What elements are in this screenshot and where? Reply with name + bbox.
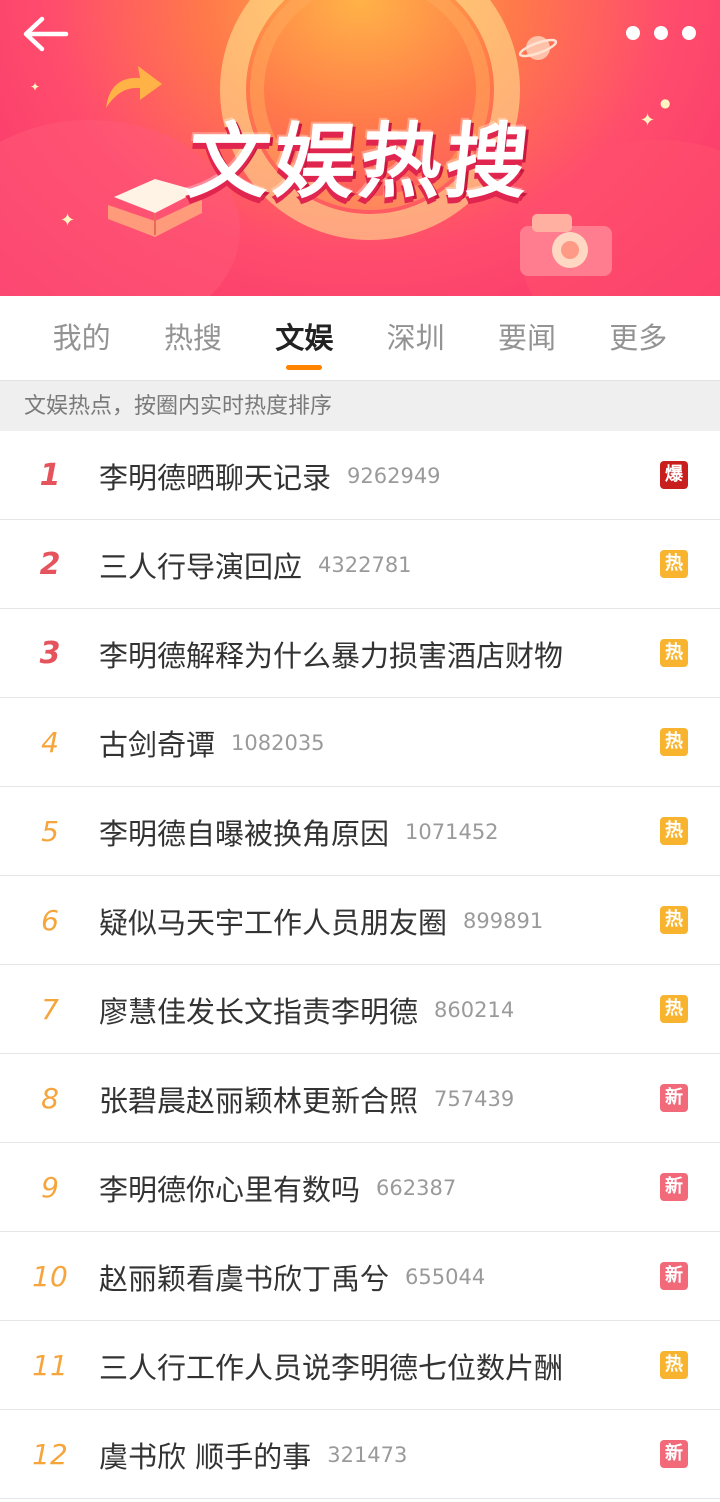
list-item[interactable]: 11 三人行工作人员说李明德七位数片酬 热 (0, 1321, 720, 1410)
topic-title[interactable]: 三人行导演回应 (99, 544, 302, 586)
heat-count: 321473 (327, 1442, 408, 1467)
more-options-icon[interactable] (626, 24, 696, 42)
status-badge: 新 (660, 1084, 688, 1112)
list-item[interactable]: 7 廖慧佳发长文指责李明德 860214 热 (0, 965, 720, 1054)
topic-title[interactable]: 李明德自曝被换角原因 (99, 811, 389, 853)
heat-count: 860214 (434, 997, 515, 1022)
topic-row: 古剑奇谭 1082035 (99, 698, 325, 787)
list-item[interactable]: 10 赵丽颖看虞书欣丁禹兮 655044 新 (0, 1232, 720, 1321)
topic-title[interactable]: 疑似马天宇工作人员朋友圈 (99, 900, 447, 942)
more-dot (626, 26, 640, 40)
topic-title[interactable]: 虞书欣 顺手的事 (99, 1434, 311, 1476)
list-item[interactable]: 1 李明德晒聊天记录 9262949 爆 (0, 431, 720, 520)
status-badge: 热 (660, 1351, 688, 1379)
topic-row: 赵丽颖看虞书欣丁禹兮 655044 (99, 1232, 485, 1321)
status-badge: 热 (660, 906, 688, 934)
heat-count: 655044 (405, 1264, 486, 1289)
tab-mine[interactable]: 我的 (49, 296, 115, 380)
rank-number: 8 (41, 1082, 59, 1115)
list-item[interactable]: 8 张碧晨赵丽颖林更新合照 757439 新 (0, 1054, 720, 1143)
sparkle-icon: ✦ (30, 80, 41, 94)
rank-number: 7 (41, 993, 59, 1026)
heat-count: 1071452 (405, 819, 499, 844)
category-tabs: 我的 热搜 文娱 深圳 要闻 更多 (0, 296, 720, 380)
arrow-decoration-icon (106, 66, 162, 108)
rank-number: 9 (41, 1171, 59, 1204)
list-item[interactable]: 2 三人行导演回应 4322781 热 (0, 520, 720, 609)
topic-row: 李明德你心里有数吗 662387 (99, 1143, 456, 1232)
list-item[interactable]: 9 李明德你心里有数吗 662387 新 (0, 1143, 720, 1232)
topic-row: 三人行工作人员说李明德七位数片酬 (99, 1321, 563, 1410)
heat-count: 899891 (463, 908, 544, 933)
tab-more[interactable]: 更多 (605, 296, 671, 380)
list-item[interactable]: 4 古剑奇谭 1082035 热 (0, 698, 720, 787)
topic-row: 廖慧佳发长文指责李明德 860214 (99, 965, 514, 1054)
status-badge: 爆 (660, 461, 688, 489)
rank-number: 11 (32, 1349, 68, 1382)
topic-row: 张碧晨赵丽颖林更新合照 757439 (99, 1054, 514, 1143)
status-badge: 新 (660, 1262, 688, 1290)
topic-title[interactable]: 李明德晒聊天记录 (99, 455, 331, 497)
heat-count: 9262949 (347, 463, 441, 488)
heat-count: 4322781 (318, 552, 412, 577)
status-badge: 热 (660, 639, 688, 667)
tab-entertainment[interactable]: 文娱 (271, 296, 337, 380)
topic-title[interactable]: 三人行工作人员说李明德七位数片酬 (99, 1345, 563, 1387)
list-description: 文娱热点，按圈内实时热度排序 (0, 380, 720, 431)
more-dot (654, 26, 668, 40)
topic-title[interactable]: 古剑奇谭 (99, 722, 215, 764)
heat-count: 662387 (376, 1175, 457, 1200)
tab-hot-search[interactable]: 热搜 (160, 296, 226, 380)
rank-number: 3 (39, 636, 61, 671)
rank-number: 4 (41, 726, 59, 759)
topic-row: 疑似马天宇工作人员朋友圈 899891 (99, 876, 543, 965)
rank-number: 2 (39, 547, 61, 582)
sparkle-icon: ✦ (60, 210, 76, 231)
heat-count: 1082035 (231, 730, 325, 755)
status-badge: 热 (660, 995, 688, 1023)
rank-number: 5 (41, 815, 59, 848)
list-item[interactable]: 3 李明德解释为什么暴力损害酒店财物 热 (0, 609, 720, 698)
status-badge: 热 (660, 817, 688, 845)
status-badge: 热 (660, 550, 688, 578)
sparkle-icon: ● (660, 96, 671, 110)
topic-row: 李明德解释为什么暴力损害酒店财物 (99, 609, 563, 698)
tab-news[interactable]: 要闻 (494, 296, 560, 380)
topic-row: 李明德自曝被换角原因 1071452 (99, 787, 499, 876)
rank-number: 10 (32, 1260, 68, 1293)
topic-title[interactable]: 廖慧佳发长文指责李明德 (99, 989, 418, 1031)
sparkle-icon: ✦ (640, 110, 656, 131)
topic-title[interactable]: 张碧晨赵丽颖林更新合照 (99, 1078, 418, 1120)
rank-number: 1 (39, 458, 61, 493)
banner-title: 文娱热搜 (183, 115, 538, 210)
hot-search-list: 1 李明德晒聊天记录 9262949 爆 2 三人行导演回应 4322781 热 3 李明德解释为… (0, 431, 720, 1499)
list-item[interactable]: 6 疑似马天宇工作人员朋友圈 899891 热 (0, 876, 720, 965)
topic-title[interactable]: 赵丽颖看虞书欣丁禹兮 (99, 1256, 389, 1298)
status-badge: 新 (660, 1173, 688, 1201)
topic-title[interactable]: 李明德你心里有数吗 (99, 1167, 360, 1209)
list-item[interactable]: 12 虞书欣 顺手的事 321473 新 (0, 1410, 720, 1499)
header-banner: ✦ ✦ ✦ ● 文娱热搜 (0, 0, 720, 296)
rank-number: 6 (41, 904, 59, 937)
topic-title[interactable]: 李明德解释为什么暴力损害酒店财物 (99, 633, 563, 675)
list-item[interactable]: 5 李明德自曝被换角原因 1071452 热 (0, 787, 720, 876)
back-arrow-icon[interactable] (20, 14, 72, 54)
heat-count: 757439 (434, 1086, 515, 1111)
more-dot (682, 26, 696, 40)
tab-shenzhen[interactable]: 深圳 (383, 296, 449, 380)
status-badge: 新 (660, 1440, 688, 1468)
rank-number: 12 (32, 1438, 68, 1471)
topic-row: 三人行导演回应 4322781 (99, 520, 412, 609)
status-badge: 热 (660, 728, 688, 756)
planet-decoration-icon (518, 36, 558, 60)
topic-row: 李明德晒聊天记录 9262949 (99, 431, 441, 520)
topic-row: 虞书欣 顺手的事 321473 (99, 1410, 407, 1499)
